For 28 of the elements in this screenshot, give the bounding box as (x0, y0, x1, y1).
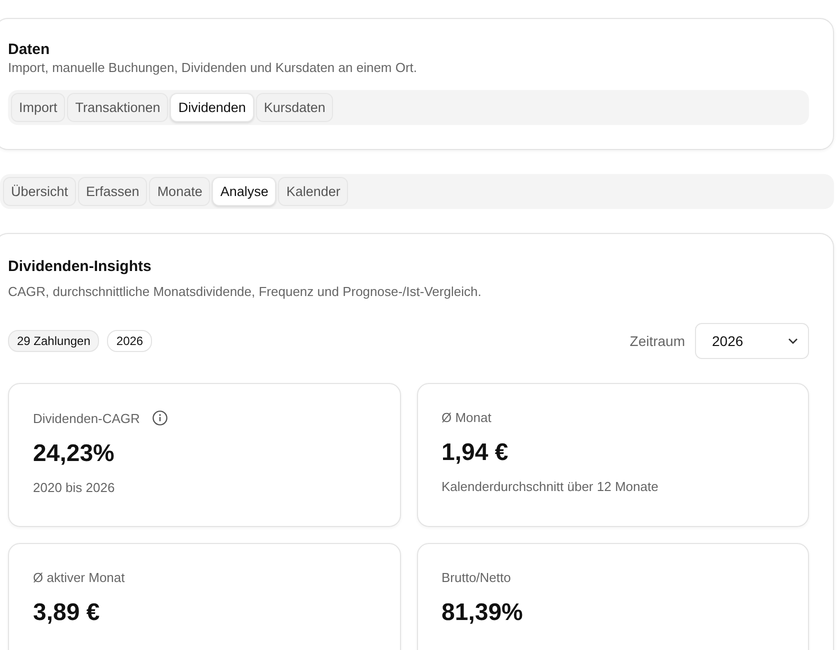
badge: 29 Zahlungen (8, 330, 100, 352)
chevron-down-icon (788, 338, 798, 344)
card-description: CAGR, durchschnittliche Monatsdividende, Frequenz und Prognose-/Ist-Vergleich. (8, 284, 482, 299)
badge: 2026 (107, 330, 152, 352)
stat-value: 3,89 € (33, 599, 101, 627)
tab[interactable]: Übersicht (3, 177, 76, 206)
period-select[interactable]: 2026 (695, 323, 809, 359)
stat-label: Dividenden-CAGR (33, 410, 140, 426)
stat-label: Ø Monat (442, 410, 492, 425)
tab[interactable]: Monate (149, 177, 210, 206)
card-description: Import, manuelle Buchungen, Dividenden und Kursdaten an einem Ort. (8, 60, 418, 75)
card-title: Dividenden-Insights (8, 258, 152, 275)
card-title: Daten (8, 41, 51, 58)
tab[interactable]: Erfassen (78, 177, 148, 206)
stat-value: 81,39% (442, 599, 524, 627)
tab[interactable]: Dividenden (170, 93, 254, 122)
stat-value: 24,23% (33, 440, 116, 468)
stat-label: Ø aktiver Monat (33, 570, 125, 585)
stat-caption: Kalenderdurchschnitt über 12 Monate (442, 479, 660, 494)
stat-label: Brutto/Netto (442, 570, 511, 585)
tab[interactable]: Kursdaten (256, 93, 334, 122)
stat-caption: 2020 bis 2026 (33, 480, 116, 495)
period-label: Zeitraum (630, 333, 685, 349)
tab[interactable]: Import (11, 93, 66, 122)
tab[interactable]: Kalender (278, 177, 348, 206)
stat-value: 1,94 € (442, 439, 510, 467)
tab[interactable]: Analyse (212, 177, 276, 206)
tab[interactable]: Transaktionen (67, 93, 168, 122)
